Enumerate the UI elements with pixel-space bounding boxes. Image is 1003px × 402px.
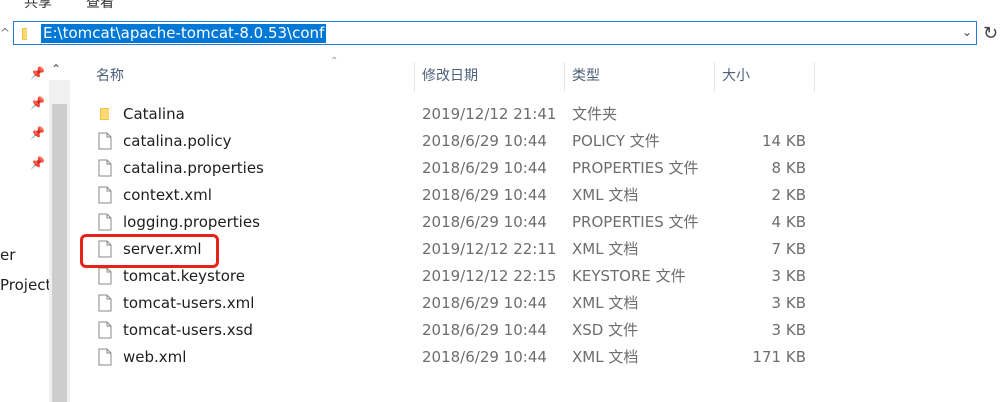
file-name[interactable]: catalina.properties — [123, 155, 264, 182]
file-type: XML 文档 — [572, 294, 639, 312]
ribbon-tab-share[interactable]: 共享 — [24, 0, 52, 12]
file-name[interactable]: catalina.policy — [123, 128, 231, 155]
file-size: 3 KB — [771, 294, 806, 312]
file-type: PROPERTIES 文件 — [572, 213, 699, 231]
file-name[interactable]: web.xml — [123, 344, 186, 371]
file-row[interactable]: web.xml 2018/6/29 10:44 XML 文档 171 KB — [86, 344, 1003, 371]
address-bar[interactable]: E:\tomcat\apache-tomcat-8.0.53\conf ⌄ — [13, 21, 977, 45]
file-name[interactable]: logging.properties — [123, 209, 260, 236]
file-date: 2019/12/12 21:41 — [422, 105, 557, 123]
file-date: 2018/6/29 10:44 — [422, 132, 547, 150]
address-path[interactable]: E:\tomcat\apache-tomcat-8.0.53\conf — [41, 24, 327, 43]
file-type: XML 文档 — [572, 348, 639, 366]
file-row[interactable]: Catalina 2019/12/12 21:41 文件夹 — [86, 101, 1003, 128]
column-divider[interactable] — [714, 62, 715, 92]
file-date: 2018/6/29 10:44 — [422, 348, 547, 366]
ribbon-tab-view[interactable]: 查看 — [86, 0, 114, 12]
file-type: POLICY 文件 — [572, 132, 660, 150]
column-size[interactable]: 大小 — [722, 60, 750, 92]
file-date: 2018/6/29 10:44 — [422, 213, 547, 231]
file-size: 7 KB — [771, 240, 806, 258]
chevron-down-icon[interactable]: ⌄ — [962, 25, 972, 39]
scrollbar-thumb[interactable] — [52, 104, 67, 402]
file-date: 2018/6/29 10:44 — [422, 186, 547, 204]
sort-ascending-icon: ⌃ — [330, 56, 339, 67]
file-size: 3 KB — [771, 267, 806, 285]
up-arrow-icon[interactable]: ^ — [0, 26, 10, 40]
file-row[interactable]: tomcat-users.xml 2018/6/29 10:44 XML 文档 … — [86, 290, 1003, 317]
file-name[interactable]: context.xml — [123, 182, 212, 209]
file-row[interactable]: logging.properties 2018/6/29 10:44 PROPE… — [86, 209, 1003, 236]
refresh-icon[interactable]: ↻ — [983, 23, 998, 44]
file-name[interactable]: tomcat-users.xsd — [123, 317, 253, 344]
file-row[interactable]: context.xml 2018/6/29 10:44 XML 文档 2 KB — [86, 182, 1003, 209]
column-date[interactable]: 修改日期 — [422, 60, 478, 92]
file-date: 2018/6/29 10:44 — [422, 321, 547, 339]
ribbon-tabs-strip: 共享 查看 — [0, 0, 1003, 12]
pin-icon[interactable]: 📌 — [30, 96, 45, 110]
file-type: XSD 文件 — [572, 321, 639, 339]
file-date: 2018/6/29 10:44 — [422, 294, 547, 312]
scroll-up-icon[interactable]: ⌃ — [51, 62, 61, 76]
file-type: XML 文档 — [572, 186, 639, 204]
file-type: XML 文档 — [572, 240, 639, 258]
file-icon — [98, 348, 112, 375]
file-date: 2018/6/29 10:44 — [422, 159, 547, 177]
file-type: PROPERTIES 文件 — [572, 159, 699, 177]
column-divider[interactable] — [814, 62, 815, 92]
file-date: 2019/12/12 22:11 — [422, 240, 557, 258]
file-name[interactable]: Catalina — [123, 101, 185, 128]
file-size: 4 KB — [771, 213, 806, 231]
file-size: 171 KB — [752, 348, 806, 366]
file-date: 2019/12/12 22:15 — [422, 267, 557, 285]
column-name[interactable]: 名称 — [96, 60, 124, 92]
column-divider[interactable] — [414, 62, 415, 92]
file-name[interactable]: tomcat-users.xml — [123, 290, 254, 317]
pin-icon[interactable]: 📌 — [30, 126, 45, 140]
pin-icon[interactable]: 📌 — [30, 66, 45, 80]
column-header: ⌃ 名称 修改日期 类型 大小 — [86, 56, 1003, 92]
file-row[interactable]: server.xml 2019/12/12 22:11 XML 文档 7 KB — [86, 236, 1003, 263]
pin-icon[interactable]: 📌 — [30, 156, 45, 170]
folder-icon — [20, 27, 34, 45]
file-row[interactable]: catalina.properties 2018/6/29 10:44 PROP… — [86, 155, 1003, 182]
file-type: KEYSTORE 文件 — [572, 267, 686, 285]
file-size: 3 KB — [771, 321, 806, 339]
file-row[interactable]: catalina.policy 2018/6/29 10:44 POLICY 文… — [86, 128, 1003, 155]
column-type[interactable]: 类型 — [572, 60, 600, 92]
file-row[interactable]: tomcat-users.xsd 2018/6/29 10:44 XSD 文件 … — [86, 317, 1003, 344]
column-divider[interactable] — [564, 62, 565, 92]
file-size: 14 KB — [762, 132, 806, 150]
file-type: 文件夹 — [572, 105, 618, 123]
nav-item[interactable]: Project — [0, 276, 51, 294]
file-size: 2 KB — [771, 186, 806, 204]
file-row[interactable]: tomcat.keystore 2019/12/12 22:15 KEYSTOR… — [86, 263, 1003, 290]
nav-item[interactable]: er — [0, 246, 15, 264]
annotation-highlight-box — [80, 234, 219, 268]
file-size: 8 KB — [771, 159, 806, 177]
